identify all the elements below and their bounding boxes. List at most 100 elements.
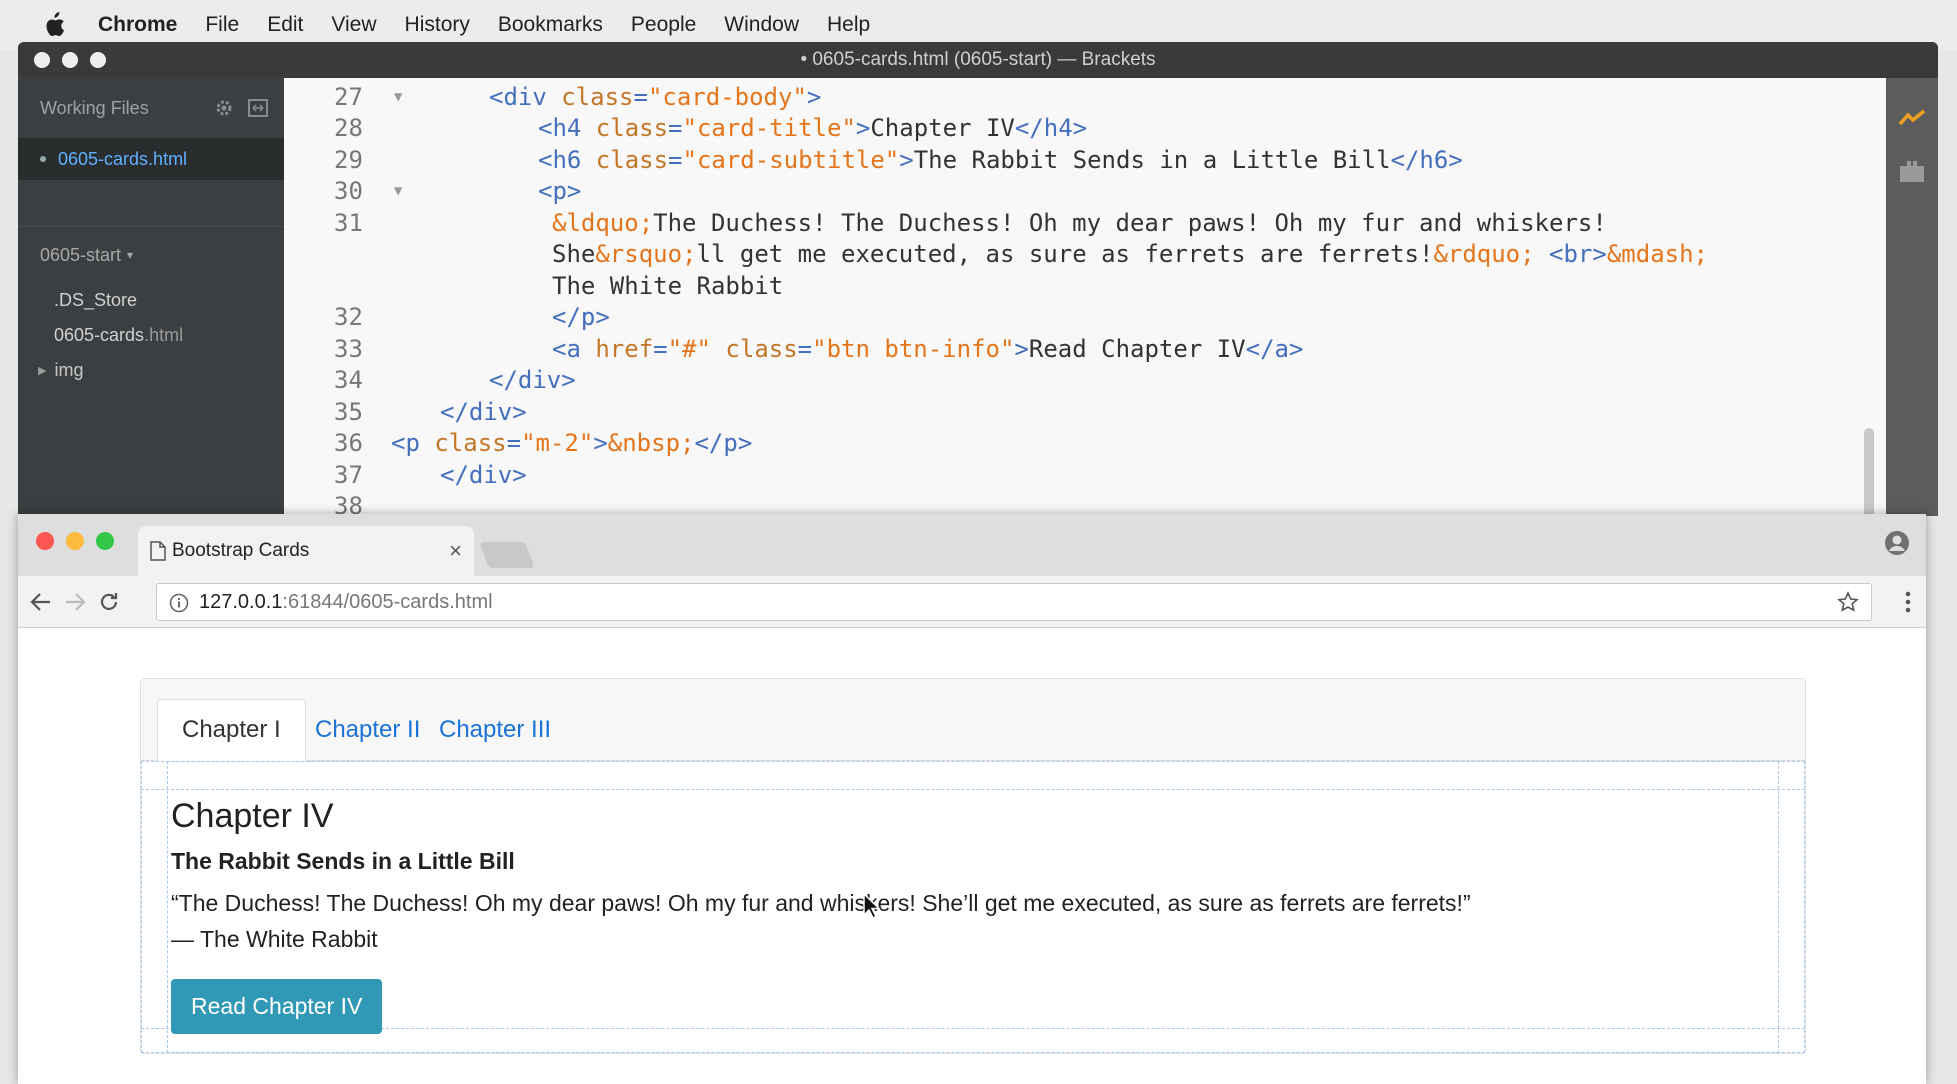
apple-menu-icon[interactable] [40,11,68,39]
new-tab-button[interactable] [479,542,535,568]
code-token: = [668,145,683,174]
code-token: &ldquo; [552,208,654,237]
menu-window[interactable]: Window [724,13,799,37]
code-token: &rdquo; [1433,240,1535,268]
menu-bookmarks[interactable]: Bookmarks [498,13,603,37]
card-title: Chapter IV [171,797,334,835]
code-token: > [806,82,822,111]
code-line[interactable]: 36 <p class="m-2">&nbsp;</p> [284,428,1864,459]
brackets-sidebar: Working Files 0605-cards.html 0605-start… [18,78,284,516]
code-token: class [434,429,507,457]
line-number: 28 [334,114,363,142]
code-token: > [1014,334,1029,363]
window-controls [34,52,106,68]
folder-tree-item[interactable]: ▶ img [18,353,284,388]
code-token: </p> [694,429,753,457]
code-line[interactable]: 32 </p> [284,302,1864,333]
menu-help[interactable]: Help [827,13,870,37]
code-line[interactable]: The White Rabbit [284,270,1864,301]
project-dropdown[interactable]: 0605-start ▾ [18,227,284,283]
line-number: 34 [334,366,363,394]
code-line[interactable]: 38 [284,491,1864,516]
code-token: Read Chapter IV [1028,334,1246,363]
file-tree-item[interactable]: 0605-cards .html [18,318,284,353]
code-text: She&rsquo;ll get me executed, as sure as… [552,240,1708,268]
url-host: 127.0.0.1 [199,590,283,613]
forward-arrow-icon[interactable] [62,589,88,615]
fold-arrow-icon[interactable]: ▼ [394,89,402,105]
project-name: 0605-start [40,244,122,265]
working-files-label: Working Files [40,97,149,118]
code-line[interactable]: 31 &ldquo;The Duchess! The Duchess! Oh my… [284,207,1864,238]
working-file-name: 0605-cards.html [58,148,188,169]
code-token: <p> [538,177,582,205]
code-token: = [633,82,648,111]
menu-edit[interactable]: Edit [267,13,303,37]
bookmark-star-icon[interactable] [1837,591,1859,613]
code-token: class [561,82,634,111]
account-icon[interactable] [1884,530,1910,556]
code-token: > [593,429,608,457]
menu-app-chrome[interactable]: Chrome [98,13,177,37]
maximize-window-button[interactable] [96,532,114,550]
minimize-window-button[interactable] [62,52,78,68]
code-text: &ldquo;The Duchess! The Duchess! Oh my d… [552,209,1607,237]
line-number: 27 [334,82,363,111]
card-subtitle: The Rabbit Sends in a Little Bill [171,848,515,874]
code-line[interactable]: 37 </div> [284,459,1864,490]
code-line[interactable]: 28 <h4 class="card-title">Chapter IV</h4> [284,113,1864,144]
live-preview-icon[interactable] [1898,108,1926,128]
code-text: </div> [440,461,527,489]
code-token: &mdash; [1606,240,1708,268]
minimize-window-button[interactable] [66,532,84,550]
file-tree-item[interactable]: .DS_Store [18,283,284,318]
code-line[interactable]: She&rsquo;ll get me executed, as sure as… [284,239,1864,270]
line-number: 30 [334,177,363,205]
line-number: 29 [334,145,363,174]
reload-icon[interactable] [96,589,122,615]
code-text: </div> [440,398,527,426]
code-line[interactable]: 29 <h6 class="card-subtitle">The Rabbit S… [284,144,1864,175]
info-icon[interactable] [169,593,189,613]
gear-icon[interactable] [214,98,234,118]
menu-view[interactable]: View [331,13,376,37]
tab-chapter-3[interactable]: Chapter III [415,699,575,761]
code-token: &nbsp; [607,429,695,457]
code-text: <h6 class="card-subtitle">The Rabbit Sen… [538,146,1463,174]
close-window-button[interactable] [34,52,50,68]
close-window-button[interactable] [36,532,54,550]
editor-scrollbar[interactable] [1864,428,1874,516]
fold-arrow-icon[interactable]: ▼ [394,183,402,199]
code-line[interactable]: 33 <a href="#" class="btn btn-info">Read … [284,333,1864,364]
code-line[interactable]: 30 ▼ <p> [284,176,1864,207]
tab-chapter-1[interactable]: Chapter I [157,699,306,761]
read-chapter-button[interactable]: Read Chapter IV [171,979,383,1034]
close-tab-icon[interactable]: × [449,538,462,564]
split-view-icon[interactable] [248,99,268,117]
working-file-item[interactable]: 0605-cards.html [18,138,284,180]
line-number: 35 [334,397,363,426]
maximize-window-button[interactable] [90,52,106,68]
menu-history[interactable]: History [405,13,470,37]
browser-tab[interactable]: Bootstrap Cards × [138,526,474,576]
code-token: "card-body" [647,82,807,111]
page-icon [150,541,166,561]
code-text: </p> [552,303,610,331]
code-line[interactable]: 27 ▼ <div class="card-body"> [284,81,1864,112]
tab-title: Bootstrap Cards [172,540,310,561]
extension-manager-icon[interactable] [1898,158,1926,184]
code-editor[interactable]: 27 ▼ <div class="card-body"> 28 <h4 class="c… [284,78,1886,516]
kebab-menu-icon[interactable] [1904,590,1912,614]
menu-file[interactable]: File [205,13,239,37]
code-token: The Rabbit Sends in a Little Bill [913,145,1391,174]
code-line[interactable]: 34 </div> [284,365,1864,396]
working-files-header: Working Files [18,78,284,138]
back-arrow-icon[interactable] [28,589,54,615]
code-token: class [595,114,669,142]
line-number: 32 [334,303,363,331]
address-bar[interactable]: 127.0.0.1:61844/0605-cards.html [156,583,1872,621]
code-line[interactable]: 35 </div> [284,396,1864,427]
menu-people[interactable]: People [631,13,696,37]
code-token: </h4> [1014,114,1088,142]
